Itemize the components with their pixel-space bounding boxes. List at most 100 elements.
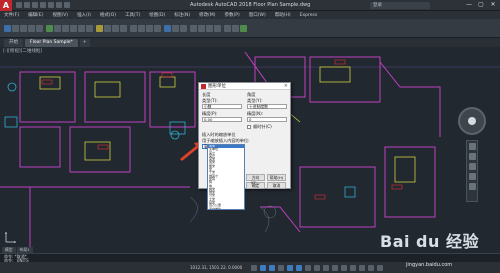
create-block-icon[interactable]	[172, 24, 179, 32]
insert-units-dropdown-list[interactable]: 毫米 无单位 英寸 英尺 英里 毫米 厘米米千米 微英寸 密耳码埃纳米 微米 分米 十米 百米 百万公里天…	[207, 144, 245, 210]
otrack-icon[interactable]	[305, 264, 312, 271]
select-all-icon[interactable]	[232, 24, 239, 32]
baidu-jingyan-watermark: Bai du 经验	[380, 232, 479, 251]
transparency-icon[interactable]	[323, 264, 330, 271]
coordinates-readout: 1012.31, 1501.22, 0.0000	[190, 265, 243, 270]
signin-button[interactable]: 登录	[370, 2, 430, 9]
menu-item[interactable]: 修改(M)	[199, 12, 215, 18]
menu-item[interactable]: Express	[300, 13, 318, 18]
clockwise-label: 顺时针(C)	[253, 124, 272, 129]
paste-icon[interactable]	[240, 24, 247, 32]
autocad-logo[interactable]: A	[0, 0, 12, 11]
menu-item[interactable]: 格式(O)	[100, 12, 116, 18]
arc-icon[interactable]	[28, 24, 35, 32]
save-icon[interactable]	[32, 2, 38, 8]
menu-item[interactable]: 工具(T)	[125, 12, 140, 18]
copy-icon[interactable]	[54, 24, 61, 32]
window-title: Autodesk AutoCAD 2018 Floor Plan Sample.…	[190, 2, 311, 8]
zoom-icon[interactable]	[468, 163, 476, 170]
tab-start[interactable]: 开始	[4, 39, 23, 47]
autocad-logo-icon	[201, 83, 206, 89]
isolate-icon[interactable]	[359, 264, 366, 271]
leader-icon[interactable]	[146, 24, 153, 32]
dialog-body: 长度 类型(T): 小数 精度(P): 0.00 角度 类型(Y): 十进制度数…	[199, 90, 290, 189]
new-icon[interactable]	[16, 2, 22, 8]
selection-cycling-icon[interactable]	[332, 264, 339, 271]
lineweight-icon[interactable]	[214, 24, 221, 32]
rotate-icon[interactable]	[62, 24, 69, 32]
viewcube[interactable]	[458, 107, 486, 135]
length-precision-select[interactable]: 0.00	[202, 117, 242, 122]
rectangle-icon[interactable]	[36, 24, 43, 32]
layer-icon[interactable]	[96, 24, 103, 32]
window-controls: — ▢ ✕	[464, 1, 498, 9]
length-type-select[interactable]: 小数	[202, 104, 242, 109]
add-tab-button[interactable]: +	[79, 39, 90, 47]
layer-lock-icon[interactable]	[120, 24, 127, 32]
menu-item[interactable]: 编辑(E)	[28, 12, 43, 18]
maximize-button[interactable]: ▢	[476, 1, 486, 9]
help-button[interactable]: 帮助(H)	[267, 174, 286, 181]
ortho-icon[interactable]	[278, 264, 285, 271]
tab-floor-plan[interactable]: Floor Plan Sample*	[25, 39, 78, 47]
customize-icon[interactable]	[377, 264, 384, 271]
cancel-button[interactable]: 取消	[267, 182, 286, 189]
dropdown-option[interactable]: 天文单位	[208, 207, 244, 209]
color-icon[interactable]	[198, 24, 205, 32]
osnap-icon[interactable]	[296, 264, 303, 271]
redo-icon[interactable]	[64, 2, 70, 8]
polar-icon[interactable]	[287, 264, 294, 271]
trim-icon[interactable]	[78, 24, 85, 32]
print-icon[interactable]	[48, 2, 54, 8]
fullscreen-icon[interactable]	[368, 264, 375, 271]
dialog-close-button[interactable]: ×	[284, 83, 288, 89]
menu-item[interactable]: 插入(I)	[77, 12, 91, 18]
match-props-icon[interactable]	[190, 24, 197, 32]
mirror-icon[interactable]	[70, 24, 77, 32]
line-icon[interactable]	[4, 24, 11, 32]
layer-props-icon[interactable]	[104, 24, 111, 32]
layer-freeze-icon[interactable]	[112, 24, 119, 32]
angle-precision-select[interactable]: 0	[247, 117, 287, 122]
polyline-icon[interactable]	[12, 24, 19, 32]
dialog-title: 图形单位	[208, 84, 226, 89]
measure-icon[interactable]	[224, 24, 231, 32]
model-space-icon[interactable]	[251, 264, 258, 271]
lineweight-toggle-icon[interactable]	[314, 264, 321, 271]
menu-item[interactable]: 窗口(W)	[249, 12, 266, 18]
snap-icon[interactable]	[269, 264, 276, 271]
viewcube-center[interactable]	[468, 117, 476, 125]
menu-item[interactable]: 帮助(H)	[275, 12, 291, 18]
menu-item[interactable]: 视图(V)	[52, 12, 68, 18]
angle-type-select[interactable]: 十进制度数	[247, 104, 287, 109]
showmotion-icon[interactable]	[468, 183, 476, 190]
pan-icon[interactable]	[468, 153, 476, 160]
move-icon[interactable]	[46, 24, 53, 32]
minimize-button[interactable]: —	[464, 1, 474, 9]
orbit-icon[interactable]	[468, 173, 476, 180]
menu-item[interactable]: 标注(N)	[174, 12, 190, 18]
table-icon[interactable]	[154, 24, 161, 32]
workspace-icon[interactable]	[350, 264, 357, 271]
menu-item[interactable]: 绘图(D)	[149, 12, 165, 18]
direction-button[interactable]: 方向(D)...	[246, 174, 265, 185]
undo-icon[interactable]	[56, 2, 62, 8]
linetype-icon[interactable]	[206, 24, 213, 32]
save-as-icon[interactable]	[40, 2, 46, 8]
menu-item[interactable]: 参数(P)	[225, 12, 240, 18]
steering-wheel-icon[interactable]	[468, 143, 476, 150]
open-icon[interactable]	[24, 2, 30, 8]
extend-icon[interactable]	[86, 24, 93, 32]
text-icon[interactable]	[130, 24, 137, 32]
grid-icon[interactable]	[260, 264, 267, 271]
dimension-icon[interactable]	[138, 24, 145, 32]
edit-block-icon[interactable]	[180, 24, 187, 32]
insert-block-icon[interactable]	[164, 24, 171, 32]
close-button[interactable]: ✕	[488, 1, 498, 9]
clockwise-checkbox[interactable]	[247, 125, 251, 129]
circle-icon[interactable]	[20, 24, 27, 32]
annotation-scale-icon[interactable]	[341, 264, 348, 271]
command-line[interactable]: 命令: *取消* 命令: _UNITS	[0, 253, 500, 263]
menu-item[interactable]: 文件(F)	[4, 12, 19, 18]
properties-tools	[190, 24, 221, 32]
